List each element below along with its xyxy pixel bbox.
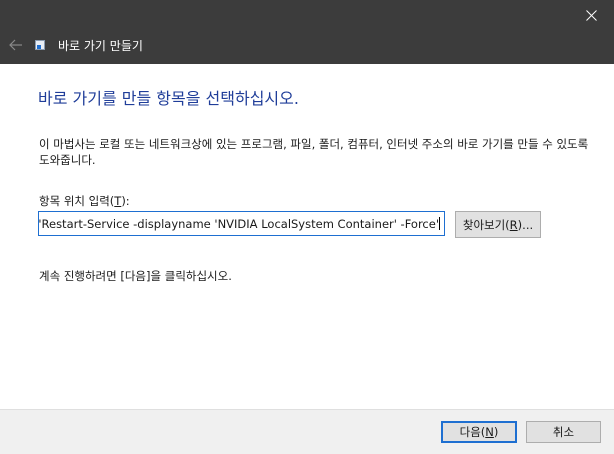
- cancel-button[interactable]: 취소: [526, 421, 601, 443]
- page-heading: 바로 가기를 만들 항목을 선택하십시오.: [38, 89, 299, 108]
- footer-bar: [0, 409, 614, 454]
- back-button[interactable]: [4, 34, 28, 56]
- location-label-prefix: 항목 위치 입력(: [39, 194, 115, 208]
- next-label-suffix: ): [493, 425, 499, 439]
- next-label-prefix: 다음(: [459, 425, 486, 439]
- location-field-label: 항목 위치 입력(T):: [39, 193, 130, 209]
- next-label-accesskey: N: [485, 425, 494, 439]
- wizard-description: 이 마법사는 로컬 또는 네트워크상에 있는 프로그램, 파일, 폴더, 컴퓨터…: [39, 137, 589, 167]
- text-caret: [439, 217, 440, 230]
- window-title: 바로 가기 만들기: [58, 39, 143, 53]
- location-input-value: nd "Restart-Service -displayname 'NVIDIA…: [38, 217, 439, 231]
- shortcut-app-icon: [35, 40, 45, 50]
- location-label-suffix: ):: [121, 194, 130, 208]
- back-arrow-icon: [9, 39, 22, 51]
- browse-label-prefix: 찾아보기(: [462, 217, 510, 232]
- browse-button[interactable]: 찾아보기(R)...: [455, 211, 541, 238]
- browse-label-suffix: )...: [517, 217, 534, 232]
- title-bar: 바로 가기 만들기: [0, 0, 614, 64]
- close-button[interactable]: [568, 0, 614, 30]
- create-shortcut-window: 바로 가기 만들기 바로 가기를 만들 항목을 선택하십시오. 이 마법사는 로…: [0, 0, 614, 454]
- continue-instruction: 계속 진행하려면 [다음]을 클릭하십시오.: [39, 269, 232, 283]
- browse-label-accesskey: R: [509, 217, 518, 232]
- location-input[interactable]: nd "Restart-Service -displayname 'NVIDIA…: [38, 211, 445, 236]
- next-button[interactable]: 다음(N): [441, 421, 517, 443]
- close-icon: [585, 9, 597, 21]
